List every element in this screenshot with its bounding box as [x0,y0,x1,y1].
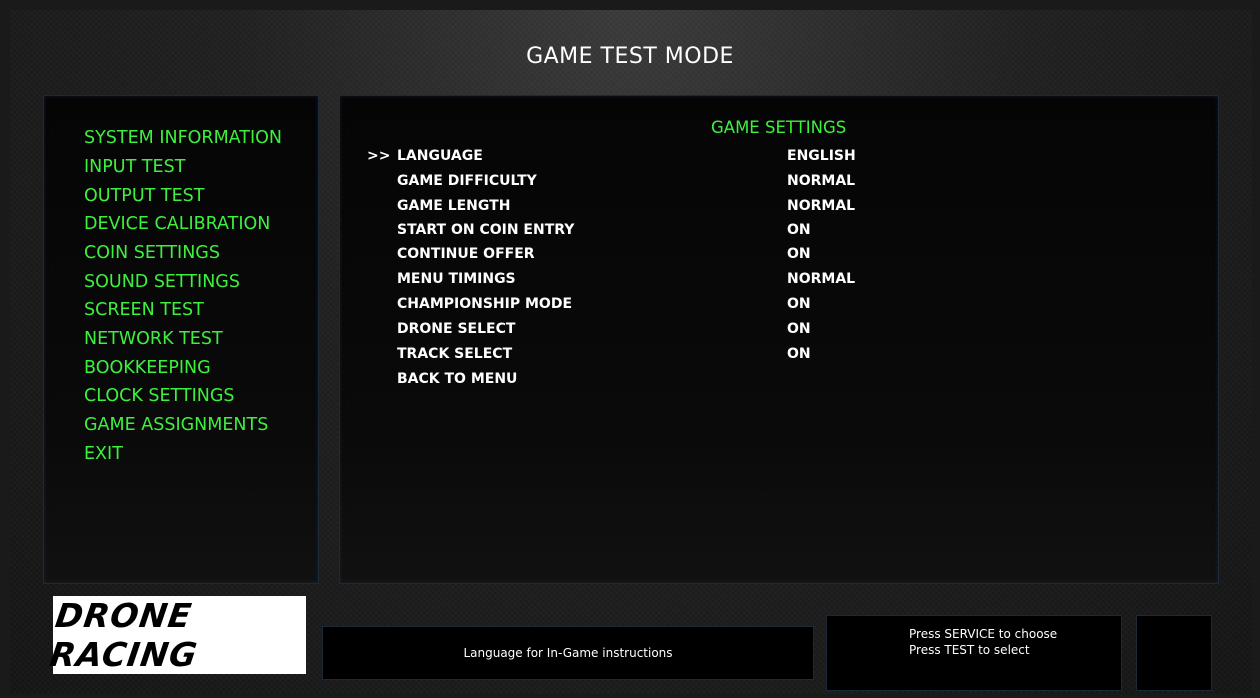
setting-label-game-difficulty[interactable]: GAME DIFFICULTY [397,173,537,189]
settings-panel [339,95,1219,584]
setting-value-language: ENGLISH [787,148,856,164]
setting-label-track-select[interactable]: TRACK SELECT [397,346,512,362]
setting-value-drone-select: ON [787,321,811,337]
instruction-service: Press SERVICE to choose [909,627,1058,641]
sidebar-item-screen-test[interactable]: SCREEN TEST [84,300,204,320]
setting-value-track-select: ON [787,346,811,362]
setting-label-continue-offer[interactable]: CONTINUE OFFER [397,246,535,262]
instructions-box: Press SERVICE to choose Press TEST to se… [826,615,1122,691]
setting-label-championship-mode[interactable]: CHAMPIONSHIP MODE [397,296,572,312]
sidebar-item-network-test[interactable]: NETWORK TEST [84,329,223,349]
setting-label-language[interactable]: LANGUAGE [397,148,483,164]
help-text: Language for In-Game instructions [463,646,673,660]
setting-label-start-on-coin-entry[interactable]: START ON COIN ENTRY [397,222,574,238]
setting-label-drone-select[interactable]: DRONE SELECT [397,321,515,337]
setting-value-championship-mode: ON [787,296,811,312]
setting-value-game-difficulty: NORMAL [787,173,856,189]
help-text-box: Language for In-Game instructions [322,626,814,680]
sidebar-item-output-test[interactable]: OUTPUT TEST [84,186,204,206]
setting-value-menu-timings: NORMAL [787,271,856,287]
setting-value-continue-offer: ON [787,246,811,262]
setting-value-start-on-coin-entry: ON [787,222,811,238]
instruction-test: Press TEST to select [909,643,1030,657]
setting-value-game-length: NORMAL [787,198,856,214]
sidebar-item-coin-settings[interactable]: COIN SETTINGS [84,243,220,263]
drone-racing-logo: DRONE RACING [48,596,306,674]
page-title: GAME TEST MODE [526,44,734,69]
logo-text: DRONE RACING [47,596,201,674]
sidebar-item-input-test[interactable]: INPUT TEST [84,157,185,177]
setting-label-back-to-menu[interactable]: BACK TO MENU [397,371,517,387]
sidebar-item-exit[interactable]: EXIT [84,444,123,464]
sidebar-item-clock-settings[interactable]: CLOCK SETTINGS [84,386,235,406]
status-box [1136,615,1212,691]
sidebar-item-device-calibration[interactable]: DEVICE CALIBRATION [84,214,270,234]
sidebar-item-sound-settings[interactable]: SOUND SETTINGS [84,272,240,292]
sidebar-item-game-assignments[interactable]: GAME ASSIGNMENTS [84,415,268,435]
setting-label-game-length[interactable]: GAME LENGTH [397,198,510,214]
selection-cursor: >> [367,148,391,164]
setting-label-menu-timings[interactable]: MENU TIMINGS [397,271,516,287]
sidebar-item-bookkeeping[interactable]: BOOKKEEPING [84,358,211,378]
sidebar-item-system-information[interactable]: SYSTEM INFORMATION [84,128,282,148]
section-title: GAME SETTINGS [711,118,847,137]
